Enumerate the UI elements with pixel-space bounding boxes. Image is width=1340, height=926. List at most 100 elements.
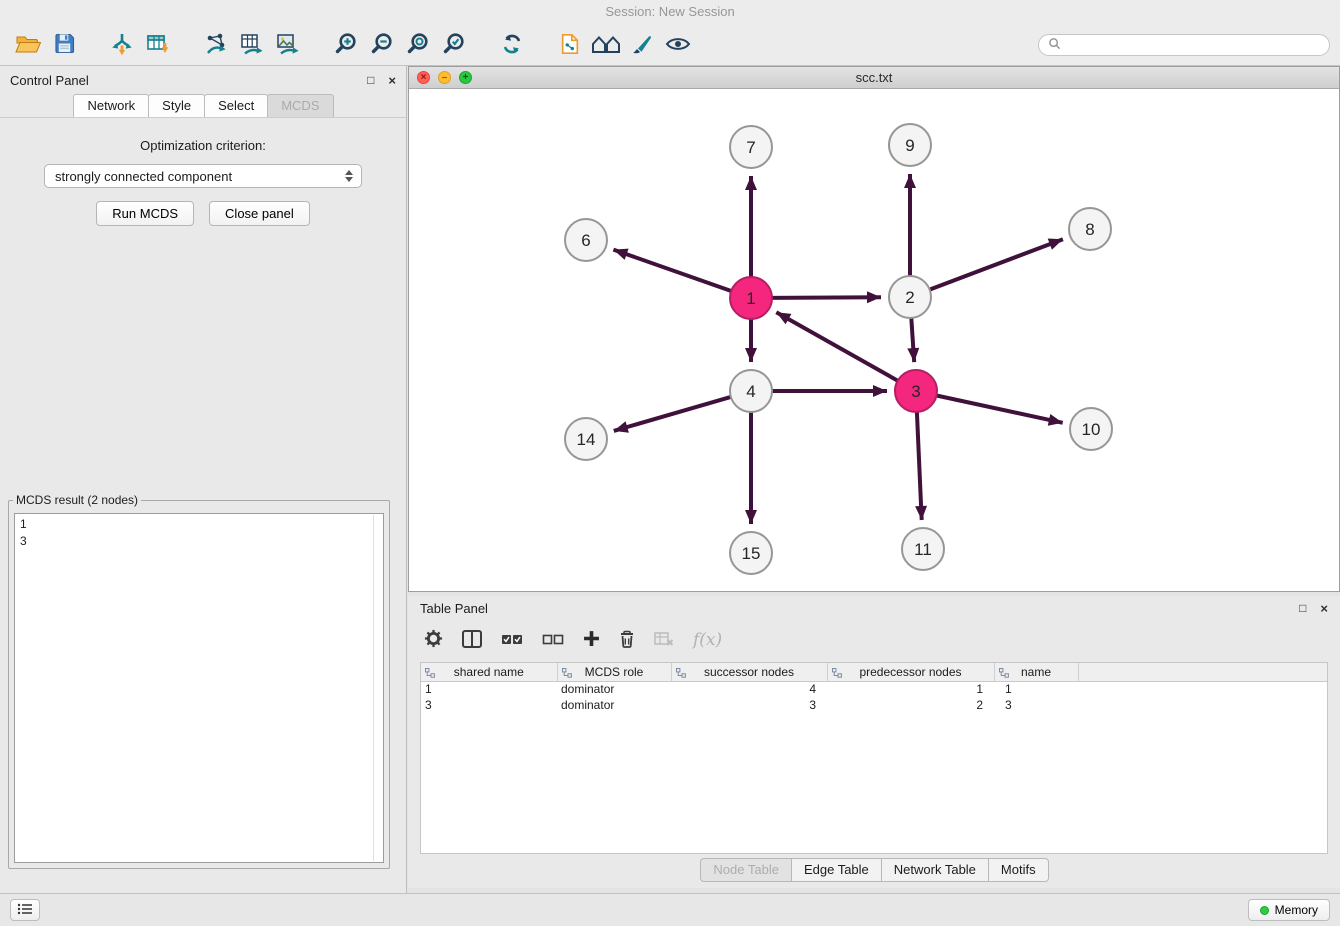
column-header-name[interactable]: name [994, 663, 1078, 681]
edge-1-6[interactable] [613, 250, 731, 291]
table-cell[interactable]: 1 [421, 681, 557, 697]
export-network-button[interactable] [198, 28, 234, 62]
open-file-button[interactable] [10, 28, 46, 62]
tab-network-table[interactable]: Network Table [881, 858, 989, 882]
show-hide-graphics-button[interactable] [660, 28, 696, 62]
close-panel-button[interactable]: Close panel [209, 201, 310, 226]
zoom-selected-button[interactable] [436, 28, 472, 62]
export-table-button[interactable] [234, 28, 270, 62]
table-cell[interactable]: 3 [421, 697, 557, 713]
zoom-selected-icon [442, 32, 466, 59]
edge-4-14[interactable] [614, 397, 731, 431]
unselect-all-columns-button[interactable] [542, 626, 564, 654]
export-network-icon [204, 32, 228, 59]
table-cell[interactable]: dominator [557, 697, 671, 713]
table-row[interactable]: 3dominator323 [421, 697, 1327, 713]
node-label: 8 [1085, 220, 1094, 239]
table-cell[interactable]: dominator [557, 681, 671, 697]
plus-icon [583, 630, 600, 650]
edge-3-11[interactable] [917, 412, 922, 520]
table-panel-header: Table Panel □ × [408, 596, 1340, 620]
export-image-button[interactable] [270, 28, 306, 62]
close-window-icon[interactable]: × [417, 71, 430, 84]
delete-table-icon [654, 631, 674, 650]
node-15[interactable]: 15 [730, 532, 772, 574]
edge-2-3[interactable] [911, 318, 914, 362]
tab-node-table[interactable]: Node Table [700, 858, 792, 882]
edge-3-1[interactable] [776, 312, 897, 381]
network-window-titlebar[interactable]: × – + scc.txt [409, 67, 1339, 89]
node-14[interactable]: 14 [565, 418, 607, 460]
save-session-button[interactable] [46, 28, 82, 62]
table-cell[interactable]: 3 [671, 697, 827, 713]
column-sort-icon [425, 667, 435, 681]
zoom-in-button[interactable] [328, 28, 364, 62]
window-title: Session: New Session [605, 4, 734, 19]
function-builder-button[interactable]: f(x) [693, 626, 722, 654]
edge-2-8[interactable] [930, 239, 1063, 289]
minimize-window-icon[interactable]: – [438, 71, 451, 84]
column-header-shared-name[interactable]: shared name [421, 663, 557, 681]
delete-table-button[interactable] [654, 626, 674, 654]
criterion-select[interactable]: strongly connected component [44, 164, 362, 188]
table-cell[interactable]: 2 [827, 697, 994, 713]
close-panel-icon[interactable]: × [388, 74, 396, 87]
import-table-button[interactable] [140, 28, 176, 62]
split-panel-button[interactable] [462, 626, 482, 654]
select-all-columns-button[interactable] [501, 626, 523, 654]
close-table-panel-icon[interactable]: × [1320, 602, 1328, 615]
search-input[interactable] [1066, 38, 1320, 53]
edge-1-2[interactable] [772, 297, 881, 298]
maximize-window-icon[interactable]: + [459, 71, 472, 84]
network-window-title: scc.txt [856, 70, 893, 85]
node-2[interactable]: 2 [889, 276, 931, 318]
mcds-result-list[interactable]: 1 3 [14, 513, 384, 863]
run-mcds-button[interactable]: Run MCDS [96, 201, 194, 226]
control-panel-title: Control Panel [10, 73, 89, 88]
node-label: 9 [905, 136, 914, 155]
tab-style[interactable]: Style [148, 94, 205, 117]
memory-button[interactable]: Memory [1248, 899, 1330, 921]
application-chrome: Session: New Session [0, 0, 1340, 66]
tab-network[interactable]: Network [73, 94, 149, 117]
table-cell[interactable]: 1 [827, 681, 994, 697]
column-header-predecessor-nodes[interactable]: predecessor nodes [827, 663, 994, 681]
table-row[interactable]: 1dominator411 [421, 681, 1327, 697]
node-11[interactable]: 11 [902, 528, 944, 570]
column-header-filler [1078, 663, 1327, 681]
node-8[interactable]: 8 [1069, 208, 1111, 250]
zoom-fit-button[interactable] [400, 28, 436, 62]
node-1[interactable]: 1 [730, 277, 772, 319]
node-4[interactable]: 4 [730, 370, 772, 412]
table-cell[interactable]: 1 [994, 681, 1078, 697]
add-column-button[interactable] [583, 626, 600, 654]
log-console-button[interactable] [10, 899, 40, 921]
edge-3-10[interactable] [937, 396, 1063, 423]
tab-select[interactable]: Select [204, 94, 268, 117]
float-table-panel-icon[interactable]: □ [1299, 602, 1306, 614]
node-10[interactable]: 10 [1070, 408, 1112, 450]
node-6[interactable]: 6 [565, 219, 607, 261]
float-panel-icon[interactable]: □ [367, 74, 374, 86]
refresh-view-button[interactable] [494, 28, 530, 62]
first-neighbors-button[interactable] [588, 28, 624, 62]
zoom-out-button[interactable] [364, 28, 400, 62]
column-header-successor-nodes[interactable]: successor nodes [671, 663, 827, 681]
node-7[interactable]: 7 [730, 126, 772, 168]
table-cell[interactable]: 4 [671, 681, 827, 697]
tab-edge-table[interactable]: Edge Table [791, 858, 882, 882]
node-9[interactable]: 9 [889, 124, 931, 166]
paste-document-button[interactable] [552, 28, 588, 62]
result-scrollbar[interactable] [373, 515, 374, 861]
tab-mcds[interactable]: MCDS [267, 94, 333, 117]
node-3[interactable]: 3 [895, 370, 937, 412]
apply-style-button[interactable] [624, 28, 660, 62]
delete-column-button[interactable] [619, 626, 635, 654]
import-network-button[interactable] [104, 28, 140, 62]
tab-motifs[interactable]: Motifs [988, 858, 1049, 882]
node-label: 15 [742, 544, 761, 563]
network-canvas[interactable]: 1 2 3 4 6 7 8 9 10 11 14 15 [409, 89, 1339, 591]
table-cell[interactable]: 3 [994, 697, 1078, 713]
table-settings-button[interactable] [424, 626, 443, 654]
column-header-mcds-role[interactable]: MCDS role [557, 663, 671, 681]
